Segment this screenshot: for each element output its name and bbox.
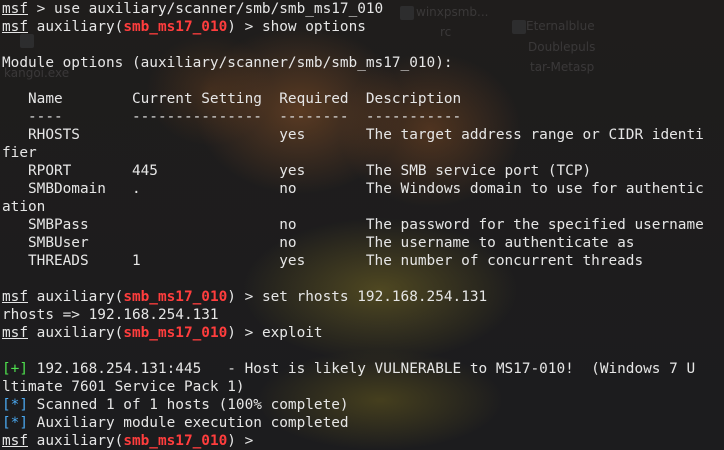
active-prompt-line[interactable]: msf auxiliary(smb_ms17_010) > [2, 432, 262, 450]
info-tag: [*] [2, 397, 28, 413]
info-tag: [*] [2, 415, 28, 431]
options-row-threads: THREADS 1 yes The number of concurrent t… [2, 253, 644, 269]
command-use: > use auxiliary/scanner/smb/smb_ms17_010 [28, 1, 384, 17]
desktop-icon [512, 20, 526, 34]
prompt-module-prefix: auxiliary( [36, 289, 124, 305]
prompt-module-name: smb_ms17_010 [123, 325, 228, 341]
options-row-rhosts-wrap: fier [2, 145, 37, 161]
prompt-suffix: ) > [227, 433, 262, 449]
prompt-suffix: ) > [227, 289, 262, 305]
prompt-module-prefix: auxiliary( [36, 433, 124, 449]
prompt-suffix: ) > [227, 325, 262, 341]
command-exploit: exploit [261, 325, 323, 341]
desktop-icon [400, 6, 414, 20]
prompt-msf: msf [2, 1, 28, 17]
prompt-msf: msf [2, 433, 28, 449]
options-row-smbdomain: SMBDomain . no The Windows domain to use… [2, 181, 704, 197]
prompt-msf: msf [2, 325, 28, 341]
prompt-module-name: smb_ms17_010 [123, 433, 228, 449]
options-table-rule: ---- --------------- -------- ----------… [2, 109, 462, 125]
desktop-icon [20, 34, 34, 48]
result-completed-text: Auxiliary module execution completed [28, 415, 349, 431]
success-tag: [+] [2, 361, 28, 377]
prompt-line: msf auxiliary(smb_ms17_010) > set rhosts… [2, 288, 487, 306]
prompt-line: msf > use auxiliary/scanner/smb/smb_ms17… [2, 0, 383, 18]
result-vulnerable-wrap: ltimate 7601 Service Pack 1) [2, 379, 245, 395]
options-table-header: Name Current Setting Required Descriptio… [2, 91, 462, 107]
result-scanned-text: Scanned 1 of 1 hosts (100% complete) [28, 397, 349, 413]
terminal-window[interactable]: winxpsmb... rc Eternalblue Doublepuls ta… [0, 0, 724, 450]
prompt-line: msf auxiliary(smb_ms17_010) > show optio… [2, 18, 366, 36]
prompt-module-prefix: auxiliary( [36, 19, 124, 35]
options-row-rhosts: RHOSTS yes The target address range or C… [2, 127, 704, 143]
prompt-msf: msf [2, 19, 28, 35]
prompt-suffix: ) > [227, 19, 262, 35]
desktop-icon-label: Doublepuls [528, 40, 596, 54]
desktop-icon-label: tar-Metasp [530, 60, 595, 74]
command-show-options: show options [261, 19, 366, 35]
options-row-smbuser: SMBUser no The username to authenticate … [2, 235, 635, 251]
prompt-module-prefix: auxiliary( [36, 325, 124, 341]
options-row-rport: RPORT 445 yes The SMB service port (TCP) [2, 163, 592, 179]
desktop-icon-label: winxpsmb... [416, 5, 489, 19]
command-set-rhosts: set rhosts 192.168.254.131 [261, 289, 488, 305]
options-row-smbdomain-wrap: ation [2, 199, 46, 215]
desktop-icon-label: rc [440, 25, 452, 39]
result-scanned: [*] Scanned 1 of 1 hosts (100% complete) [2, 396, 349, 414]
prompt-module-name: smb_ms17_010 [123, 289, 228, 305]
result-vulnerable: [+] 192.168.254.131:445 - Host is likely… [2, 360, 695, 378]
result-vulnerable-text: 192.168.254.131:445 - Host is likely VUL… [28, 361, 696, 377]
result-completed: [*] Auxiliary module execution completed [2, 414, 349, 432]
options-row-smbpass: SMBPass no The password for the specifie… [2, 217, 704, 233]
module-options-heading: Module options (auxiliary/scanner/smb/sm… [2, 55, 453, 71]
prompt-msf: msf [2, 289, 28, 305]
rhosts-echo: rhosts => 192.168.254.131 [2, 307, 219, 323]
prompt-line: msf auxiliary(smb_ms17_010) > exploit [2, 324, 323, 342]
prompt-module-name: smb_ms17_010 [123, 19, 228, 35]
desktop-icon-label: Eternalblue [526, 19, 595, 33]
